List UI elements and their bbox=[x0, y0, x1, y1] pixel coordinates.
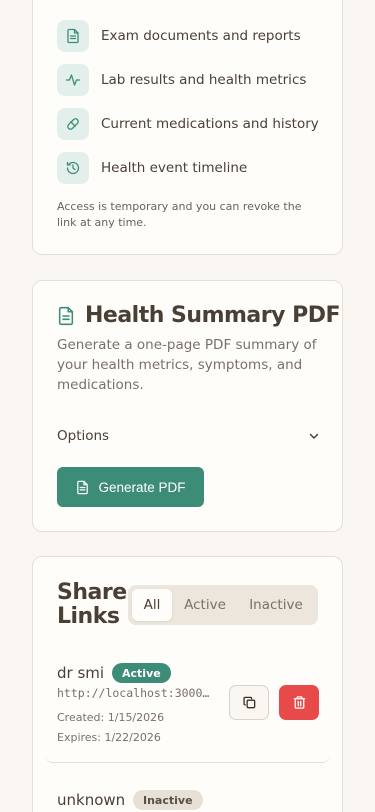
access-note: Access is temporary and you can revoke t… bbox=[57, 200, 302, 229]
share-link-item: dr smi Active http://localhost:3000/shar… bbox=[45, 645, 330, 763]
generate-pdf-button[interactable]: Generate PDF bbox=[57, 467, 204, 507]
document-icon bbox=[58, 306, 74, 325]
history-icon bbox=[57, 152, 89, 184]
document-icon bbox=[77, 480, 89, 494]
copy-link-button[interactable] bbox=[229, 685, 269, 720]
share-links-title: Share Links bbox=[57, 581, 127, 629]
share-link-url: http://localhost:3000/share/ bbox=[57, 686, 212, 700]
filter-active[interactable]: Active bbox=[172, 589, 238, 621]
share-link-expires: Expires: 1/22/2026 bbox=[57, 731, 161, 744]
chevron-down-icon bbox=[309, 433, 319, 439]
pdf-card-title: Health Summary PDF bbox=[85, 303, 341, 328]
access-item-medications: Current medications and history bbox=[57, 108, 319, 140]
share-link-name: dr smi bbox=[57, 664, 105, 682]
pdf-card: Health Summary PDF Generate a one-page P… bbox=[32, 280, 343, 532]
options-toggle[interactable]: Options bbox=[57, 425, 320, 447]
pdf-card-description: Generate a one-page PDF summary of your … bbox=[57, 337, 317, 393]
pdf-title-row: Health Summary PDF bbox=[57, 303, 341, 328]
filter-segmented-control: All Active Inactive bbox=[128, 585, 318, 625]
access-card: fixed Exam documents and reports Lab res… bbox=[32, 0, 343, 255]
pill-icon bbox=[57, 108, 89, 140]
access-item-documents: Exam documents and reports bbox=[57, 20, 301, 52]
access-item-label: Health event timeline bbox=[101, 160, 248, 176]
access-item-label: Exam documents and reports bbox=[101, 28, 301, 44]
share-links-title-line2: Links bbox=[57, 604, 120, 629]
filter-all[interactable]: All bbox=[132, 589, 172, 621]
access-item-label: Lab results and health metrics bbox=[101, 72, 307, 88]
copy-icon bbox=[242, 696, 255, 709]
options-label: Options bbox=[57, 428, 110, 444]
access-item-lab-results: Lab results and health metrics bbox=[57, 64, 306, 96]
status-badge: Inactive bbox=[133, 790, 203, 810]
filter-inactive[interactable]: Inactive bbox=[238, 589, 314, 621]
document-icon bbox=[57, 20, 89, 52]
share-links-card: Share Links All Active Inactive dr smi A… bbox=[32, 556, 343, 812]
share-link-name: unknown bbox=[57, 791, 126, 809]
trash-icon bbox=[293, 696, 305, 709]
share-links-title-line1: Share bbox=[57, 580, 127, 605]
activity-icon bbox=[57, 64, 89, 96]
delete-link-button[interactable] bbox=[279, 685, 319, 720]
access-item-timeline: Health event timeline bbox=[57, 152, 247, 184]
share-link-created: Created: 1/15/2026 bbox=[57, 711, 165, 724]
generate-pdf-label: Generate PDF bbox=[98, 479, 186, 495]
status-badge: Active bbox=[112, 663, 171, 683]
access-item-label: Current medications and history bbox=[101, 116, 319, 132]
